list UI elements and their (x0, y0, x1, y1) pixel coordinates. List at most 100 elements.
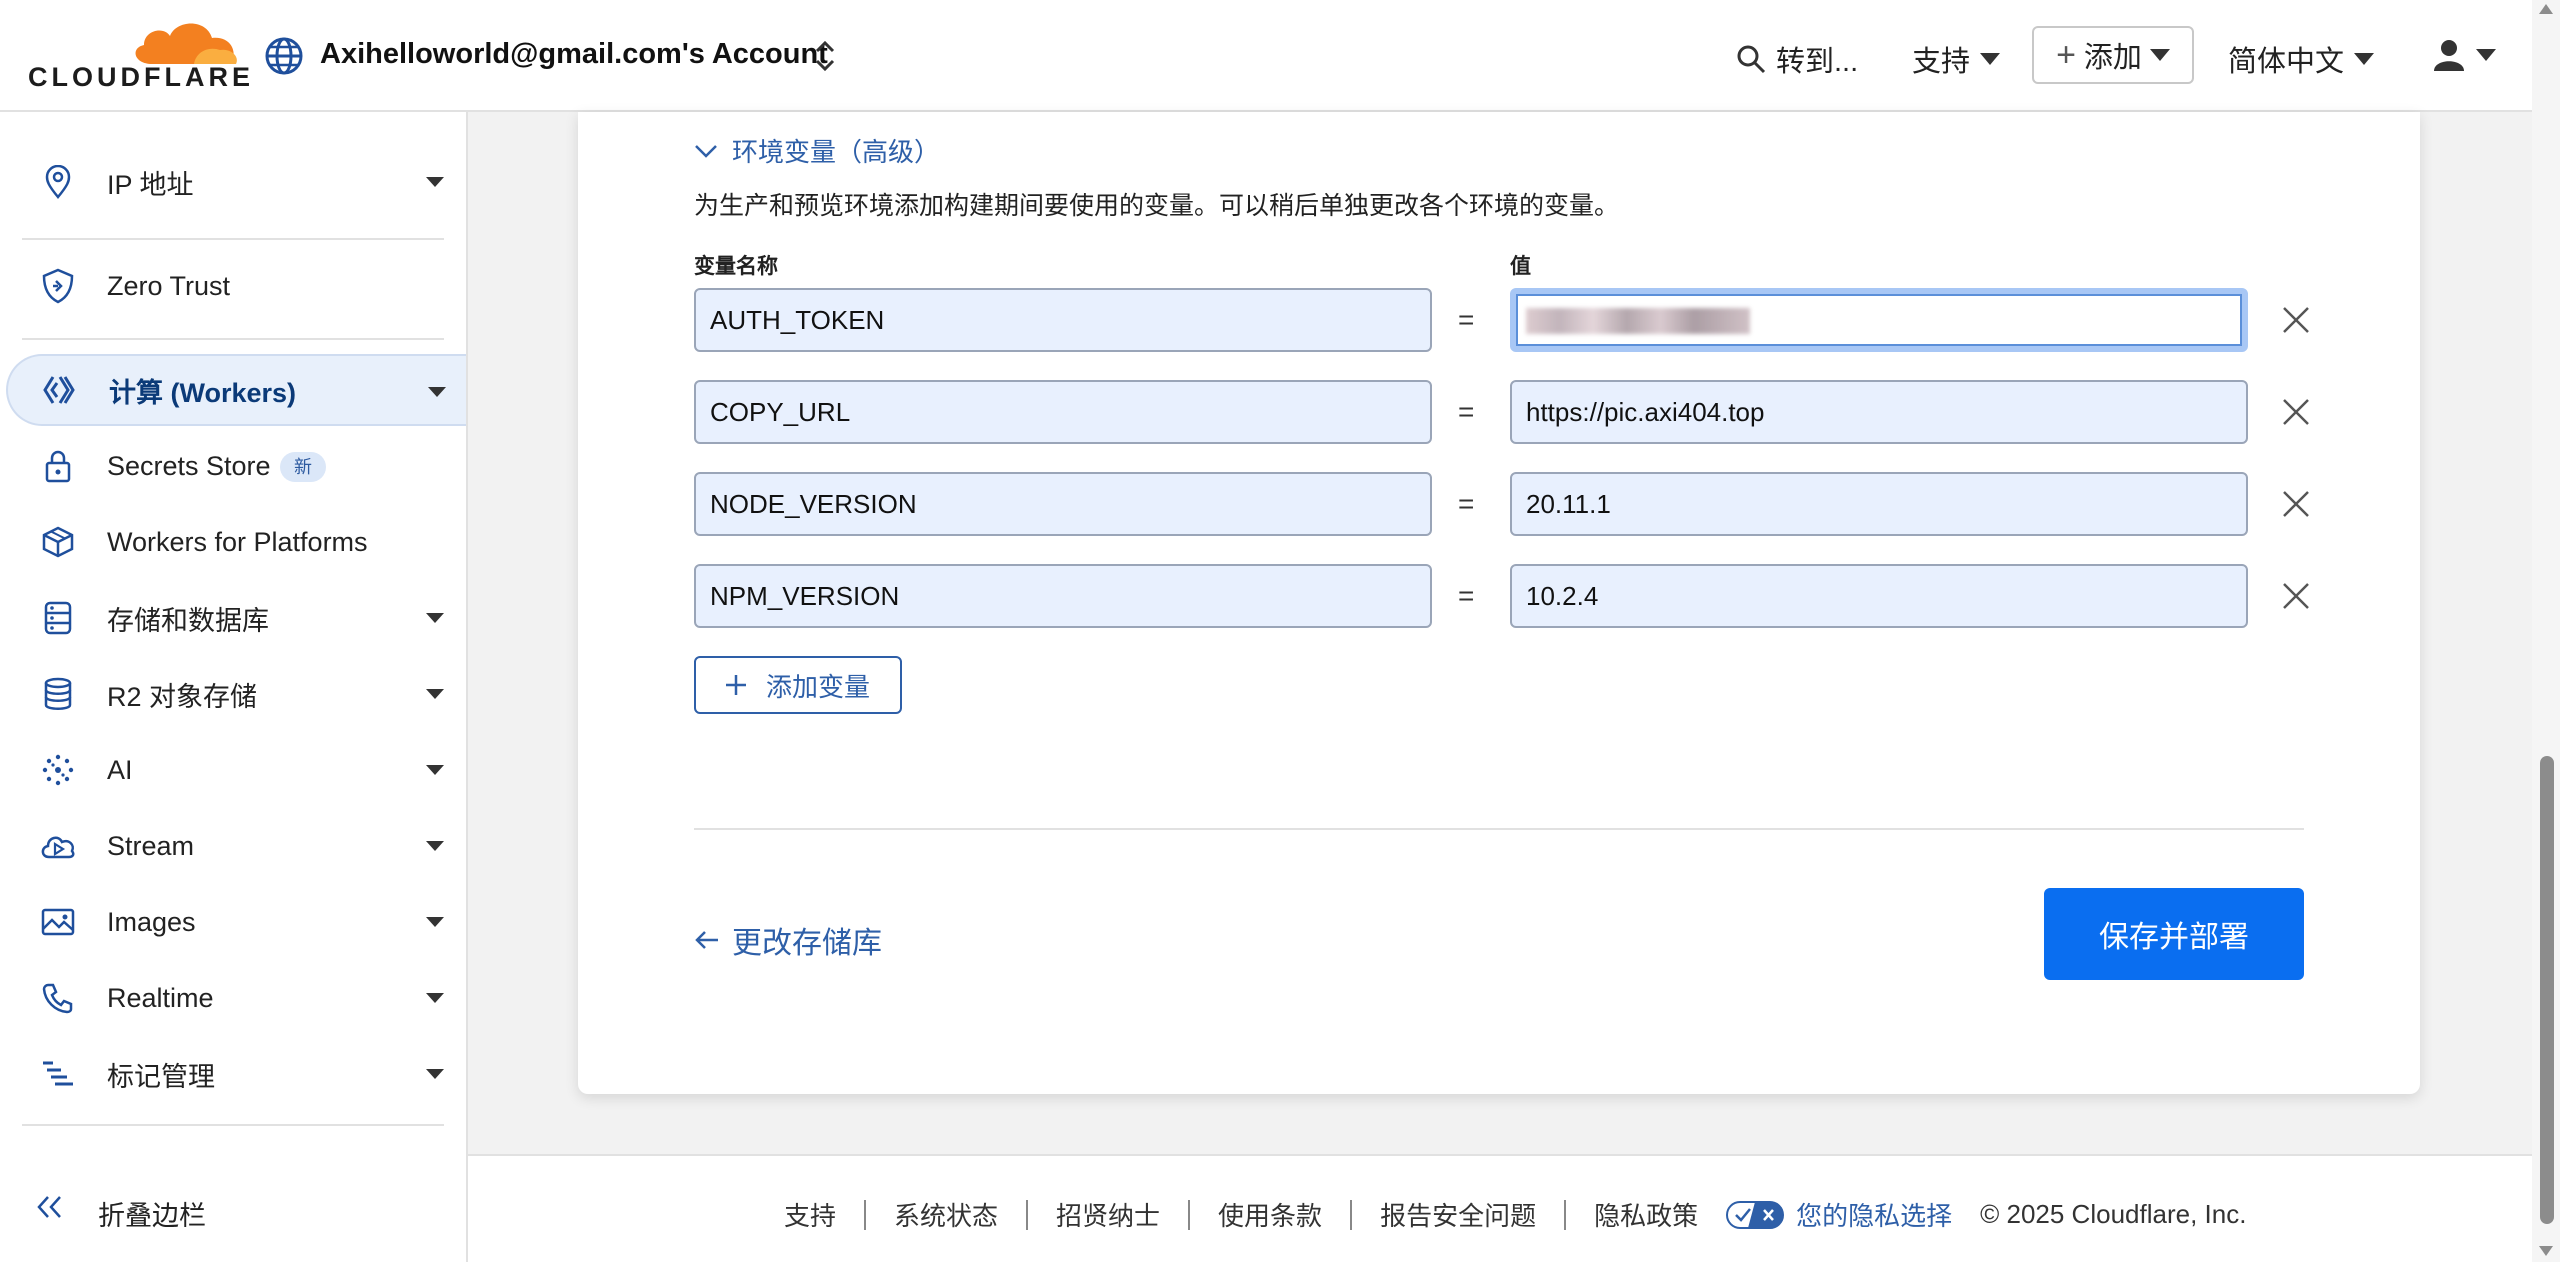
card-divider (694, 828, 2304, 830)
sidebar-divider (22, 338, 444, 340)
collapse-sidebar-button[interactable]: 折叠边栏 (0, 1152, 466, 1262)
cloud-icon (135, 23, 237, 64)
scroll-up-icon[interactable] (2539, 4, 2553, 14)
env-variable-row: NPM_VERSION = 10.2.4 (694, 564, 2309, 628)
chevron-down-icon[interactable] (426, 1069, 444, 1079)
page-scrollbar[interactable] (2532, 0, 2560, 1262)
variable-name-input[interactable]: COPY_URL (694, 380, 1432, 444)
env-variables-toggle[interactable]: 环境变量（高级） (694, 132, 940, 169)
footer-link-system-status[interactable]: 系统状态 (894, 1196, 998, 1233)
variable-name-input[interactable]: NODE_VERSION (694, 472, 1432, 536)
tag-management-icon (38, 1054, 78, 1094)
remove-variable-icon[interactable] (2280, 396, 2312, 428)
logo-text: CLOUDFLARE (28, 62, 254, 92)
sidebar-item-label: 存储和数据库 (107, 605, 269, 636)
chevron-down-icon[interactable] (426, 917, 444, 927)
chevron-down-icon[interactable] (428, 387, 446, 397)
stream-cloud-play-icon (38, 826, 78, 866)
chevron-down-icon (695, 144, 717, 158)
globe-icon (265, 37, 303, 75)
chevron-down-icon[interactable] (426, 613, 444, 623)
scrollbar-thumb[interactable] (2540, 756, 2554, 1224)
variable-value-input[interactable]: 10.2.4 (1510, 564, 2248, 628)
sidebar-item-ai[interactable]: AI (0, 734, 466, 806)
chevron-down-icon (2476, 49, 2496, 61)
save-and-deploy-button[interactable]: 保存并部署 (2044, 888, 2304, 980)
remove-variable-icon[interactable] (2280, 304, 2312, 336)
sidebar-item-images[interactable]: Images (0, 886, 466, 958)
remove-variable-icon[interactable] (2280, 488, 2312, 520)
footer-separator (1026, 1199, 1029, 1230)
chevron-down-icon (2354, 53, 2375, 65)
copyright: © 2025 Cloudflare, Inc. (1980, 1199, 2247, 1229)
sidebar-item-realtime[interactable]: Realtime (0, 962, 466, 1034)
location-pin-icon (38, 162, 78, 202)
footer-separator (1188, 1199, 1191, 1230)
footer-link-report-security[interactable]: 报告安全问题 (1380, 1196, 1536, 1233)
change-repository-link[interactable]: 更改存储库 (694, 918, 882, 962)
footer-separator (1564, 1199, 1567, 1230)
sidebar-item-label: Secrets Store (107, 450, 271, 481)
add-variable-button[interactable]: 添加变量 (694, 656, 902, 714)
user-menu[interactable] (2432, 38, 2496, 72)
footer: 支持 系统状态 招贤纳士 使用条款 报告安全问题 隐私政策 您的隐私选择 © 2… (468, 1154, 2532, 1262)
footer-links: 支持 系统状态 招贤纳士 使用条款 报告安全问题 隐私政策 您的隐私选择 © 2… (784, 1196, 2246, 1233)
sidebar-item-zero-trust[interactable]: Zero Trust (0, 250, 466, 322)
chevron-down-icon[interactable] (426, 689, 444, 699)
sidebar-item-tag-management[interactable]: 标记管理 (0, 1038, 466, 1110)
chevron-down-icon[interactable] (426, 765, 444, 775)
scroll-down-icon[interactable] (2539, 1246, 2553, 1256)
goto-search[interactable]: 转到... (1736, 38, 1858, 80)
privacy-choices-label: 您的隐私选择 (1796, 1201, 1953, 1231)
footer-link-support[interactable]: 支持 (784, 1196, 836, 1233)
zero-trust-icon (38, 266, 78, 306)
equals-sign: = (1458, 488, 1475, 519)
sidebar-item-r2-storage[interactable]: R2 对象存储 (0, 658, 466, 730)
variable-value-input[interactable]: https://pic.axi404.top (1510, 380, 2248, 444)
variable-name-input[interactable]: AUTH_TOKEN (694, 288, 1432, 352)
remove-variable-icon[interactable] (2280, 580, 2312, 612)
account-name[interactable]: Axihelloworld@gmail.com's Account (320, 38, 828, 71)
change-repository-label: 更改存储库 (732, 927, 882, 960)
footer-privacy-choices[interactable]: 您的隐私选择 (1726, 1196, 1952, 1233)
chevron-down-icon[interactable] (426, 177, 444, 187)
variable-value-input[interactable]: 20.11.1 (1510, 472, 2248, 536)
top-header: CLOUDFLARE Axihelloworld@gmail.com's Acc… (0, 0, 2532, 112)
variable-value-input[interactable] (1510, 288, 2248, 352)
add-menu-button[interactable]: + 添加 (2032, 26, 2194, 84)
equals-sign: = (1458, 396, 1475, 427)
sidebar-item-label: Zero Trust (107, 270, 231, 301)
image-icon (38, 902, 78, 942)
sidebar-item-stream[interactable]: Stream (0, 810, 466, 882)
sidebar-item-label: R2 对象存储 (107, 681, 258, 712)
footer-link-terms[interactable]: 使用条款 (1218, 1196, 1322, 1233)
sidebar-item-storage-databases[interactable]: 存储和数据库 (0, 582, 466, 654)
build-settings-card: 环境变量（高级） 为生产和预览环境添加构建期间要使用的变量。可以稍后单独更改各个… (578, 112, 2420, 1094)
double-chevron-left-icon (37, 1196, 61, 1218)
env-variable-row: NODE_VERSION = 20.11.1 (694, 472, 2309, 536)
chevron-down-icon[interactable] (426, 841, 444, 851)
chevron-down-icon (1980, 53, 2001, 65)
chevron-down-icon[interactable] (426, 993, 444, 1003)
env-variables-toggle-label: 环境变量（高级） (732, 137, 941, 167)
language-menu[interactable]: 简体中文 (2228, 38, 2375, 80)
equals-sign: = (1458, 580, 1475, 611)
footer-link-privacy-policy[interactable]: 隐私政策 (1594, 1196, 1698, 1233)
env-variable-row: AUTH_TOKEN = (694, 288, 2309, 352)
footer-link-careers[interactable]: 招贤纳士 (1056, 1196, 1160, 1233)
language-label: 简体中文 (2228, 46, 2345, 78)
sidebar-item-ip-address[interactable]: IP 地址 (0, 146, 466, 218)
footer-separator (864, 1199, 867, 1230)
variable-name-input[interactable]: NPM_VERSION (694, 564, 1432, 628)
sidebar-item-label: Images (107, 906, 196, 937)
sidebar-item-secrets-store[interactable]: Secrets Store 新 (0, 430, 466, 502)
sidebar-item-workers-for-platforms[interactable]: Workers for Platforms (0, 506, 466, 578)
account-switch-icon[interactable] (812, 38, 838, 74)
database-list-icon (38, 598, 78, 638)
sidebar-item-workers[interactable]: 计算 (Workers) (6, 354, 466, 426)
support-menu[interactable]: 支持 (1912, 38, 2001, 80)
sidebar-item-label: IP 地址 (107, 169, 194, 200)
cloudflare-logo[interactable]: CLOUDFLARE (28, 18, 250, 92)
plus-icon: + (2056, 35, 2076, 74)
add-variable-label: 添加变量 (766, 671, 871, 702)
